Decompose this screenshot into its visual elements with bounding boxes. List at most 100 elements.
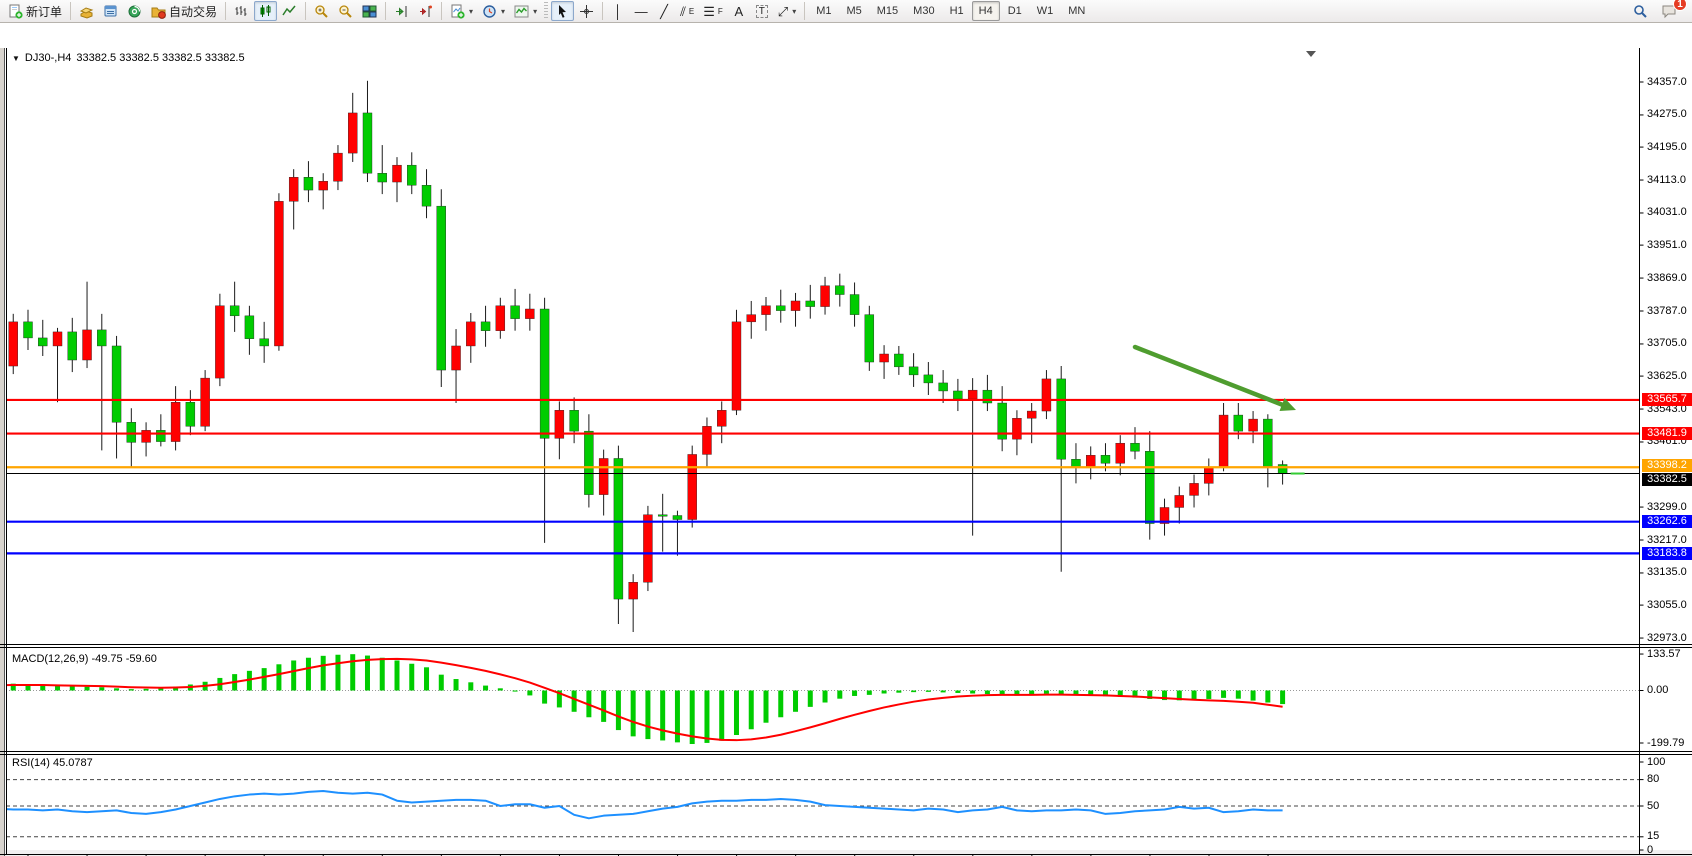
channel-sub-label: E [689, 7, 694, 16]
tile-windows-icon [362, 4, 377, 19]
clock-icon [482, 4, 497, 19]
trendline-icon: ╱ [660, 5, 668, 18]
timeframe-button-h4[interactable]: H4 [972, 1, 1000, 21]
indicator-axis-label: -199.79 [1647, 737, 1684, 749]
zoom-out-button[interactable] [334, 1, 357, 21]
toolbar-separator [385, 2, 386, 20]
bar-chart-icon [234, 4, 249, 19]
price-tick-label: 33869.0 [1647, 272, 1687, 284]
periods-button[interactable]: ▾ [478, 1, 509, 21]
price-tick-label: 34195.0 [1647, 141, 1687, 153]
timeframe-button-m15[interactable]: M15 [870, 1, 905, 21]
auto-trading-label: 自动交易 [169, 3, 217, 20]
rsi-indicator-label: RSI(14) 45.0787 [12, 757, 93, 769]
price-tick-label: 34113.0 [1647, 174, 1686, 186]
auto-trading-button[interactable]: 自动交易 [147, 1, 221, 21]
new-chart-button[interactable]: ▾ [446, 1, 477, 21]
dropdown-caret-icon: ▾ [792, 7, 796, 16]
macd-indicator-label: MACD(12,26,9) -49.75 -59.60 [12, 653, 157, 665]
price-tick-label: 33055.0 [1647, 599, 1687, 611]
price-tick-label: 33217.0 [1647, 534, 1687, 546]
fibonacci-icon: ☰ [703, 5, 715, 18]
toolbar-grip [544, 2, 548, 20]
price-tick-label: 34275.0 [1647, 108, 1687, 120]
horizontal-line-tool-button[interactable]: — [630, 1, 652, 21]
text-tool-button[interactable]: A [728, 1, 750, 21]
price-tick-label: 33299.0 [1647, 501, 1687, 513]
crosshair-icon [579, 4, 594, 19]
indicator-axis-label: 0.00 [1647, 684, 1668, 696]
navigator-icon [127, 4, 142, 19]
timeframe-button-m30[interactable]: M30 [906, 1, 941, 21]
candlestick-chart-button[interactable] [254, 1, 277, 21]
notification-badge: 1 [1673, 0, 1687, 11]
price-tick-label: 33951.0 [1647, 239, 1687, 251]
annotation-arrow [1135, 347, 1288, 407]
channel-icon: ⫽ [680, 5, 686, 18]
timeframe-button-w1[interactable]: W1 [1030, 1, 1061, 21]
fibonacci-tool-button[interactable]: ☰F [699, 1, 727, 21]
hline-price-badge: 33183.8 [1642, 547, 1692, 560]
chart-header[interactable]: ▼ DJ30-,H4 33382.5 33382.5 33382.5 33382… [12, 52, 245, 64]
mt4-application: 新订单 自动交易 [0, 0, 1692, 856]
market-watch-button[interactable] [75, 1, 98, 21]
cursor-tool-button[interactable] [551, 1, 574, 21]
toolbar-separator [305, 2, 306, 20]
chart-window: ▼ DJ30-,H4 33382.5 33382.5 33382.5 33382… [0, 24, 1692, 850]
price-tick-label: 33787.0 [1647, 305, 1687, 317]
dropdown-caret-icon: ▾ [469, 7, 473, 16]
new-order-label: 新订单 [26, 3, 62, 20]
new-order-button[interactable]: 新订单 [4, 1, 66, 21]
price-tick-label: 34031.0 [1647, 206, 1687, 218]
shapes-icon: ⤢ [778, 5, 788, 18]
zoom-in-button[interactable] [310, 1, 333, 21]
tile-windows-button[interactable] [358, 1, 381, 21]
crosshair-tool-button[interactable] [575, 1, 598, 21]
horizontal-line-icon: — [635, 5, 648, 18]
label-tool-button[interactable]: T [751, 1, 773, 21]
chart-shift-button[interactable] [414, 1, 437, 21]
timeframe-button-d1[interactable]: D1 [1001, 1, 1029, 21]
timeframe-button-h1[interactable]: H1 [943, 1, 971, 21]
hline-price-badge: 33481.9 [1642, 427, 1692, 440]
indicator-axis-label: 50 [1647, 800, 1659, 812]
data-window-icon [103, 4, 118, 19]
price-tick-label: 34357.0 [1647, 76, 1687, 88]
trendline-tool-button[interactable]: ╱ [653, 1, 675, 21]
auto-scroll-button[interactable] [390, 1, 413, 21]
timeframe-button-mn[interactable]: MN [1061, 1, 1092, 21]
navigator-button[interactable] [123, 1, 146, 21]
data-window-button[interactable] [99, 1, 122, 21]
chart-dropdown-icon[interactable]: ▼ [12, 54, 20, 63]
search-icon [1633, 4, 1648, 19]
hline-price-badge: 33398.2 [1642, 459, 1692, 472]
indicators-button[interactable]: ▾ [510, 1, 541, 21]
indicator-axis-label: 133.57 [1647, 648, 1681, 660]
timeframe-button-m5[interactable]: M5 [839, 1, 868, 21]
label-tool-icon: T [756, 5, 768, 18]
channel-tool-button[interactable]: ⫽E [676, 1, 698, 21]
indicator-axis-label: 100 [1647, 756, 1665, 768]
price-tick-label: 33705.0 [1647, 337, 1687, 349]
search-button[interactable] [1629, 1, 1652, 21]
bar-chart-button[interactable] [230, 1, 253, 21]
shapes-tool-button[interactable]: ⤢ ▾ [774, 1, 800, 21]
notifications-button[interactable]: 1 [1658, 1, 1682, 21]
indicator-axis-label: 80 [1647, 773, 1659, 785]
toolbar-separator [804, 2, 805, 20]
price-tick-label: 32973.0 [1647, 632, 1687, 644]
line-chart-button[interactable] [278, 1, 301, 21]
new-order-icon [8, 4, 23, 19]
timeframe-button-m1[interactable]: M1 [809, 1, 838, 21]
chart-canvas[interactable] [0, 24, 1692, 856]
auto-scroll-icon [394, 4, 409, 19]
chart-shift-marker[interactable] [1306, 51, 1316, 57]
hline-price-badge: 33262.6 [1642, 515, 1692, 528]
vertical-line-tool-button[interactable]: │ [607, 1, 629, 21]
fibo-sub-label: F [718, 7, 723, 16]
dropdown-caret-icon: ▾ [533, 7, 537, 16]
chart-shift-icon [418, 4, 433, 19]
toolbar-right-group: 1 [1629, 1, 1688, 21]
main-toolbar: 新订单 自动交易 [0, 0, 1692, 23]
auto-trading-icon [151, 4, 166, 19]
